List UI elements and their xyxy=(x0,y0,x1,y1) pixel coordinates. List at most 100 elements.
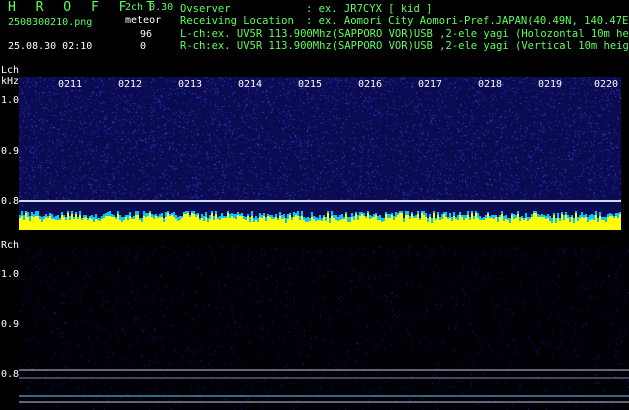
amplitude-bar xyxy=(161,217,163,230)
lch-spectrogram xyxy=(19,77,621,230)
amplitude-bar xyxy=(175,219,177,230)
amplitude-bar xyxy=(519,221,521,230)
amplitude-bar xyxy=(133,219,135,230)
amplitude-bar xyxy=(517,214,519,230)
amplitude-bar xyxy=(195,217,197,230)
amplitude-bar xyxy=(417,214,419,230)
amplitude-bar xyxy=(69,220,71,230)
time-label: 0216 xyxy=(358,79,383,90)
amplitude-bar xyxy=(115,219,117,230)
amplitude-bar xyxy=(609,216,611,230)
rch-tick-1-0: 1.0 xyxy=(1,269,20,280)
amplitude-bar xyxy=(469,220,471,230)
amplitude-bar xyxy=(405,215,407,230)
amplitude-bar xyxy=(457,220,459,230)
amplitude-bar xyxy=(59,220,61,230)
amplitude-bar xyxy=(51,219,53,230)
amplitude-bar xyxy=(113,217,115,230)
amplitude-bar xyxy=(131,219,133,230)
amplitude-bar xyxy=(309,221,311,230)
amplitude-bar xyxy=(497,222,499,230)
amplitude-bar xyxy=(479,220,481,230)
amplitude-bar xyxy=(85,217,87,230)
amplitude-bar xyxy=(81,220,83,230)
amplitude-bar xyxy=(283,218,285,230)
amplitude-bar xyxy=(89,218,91,230)
amplitude-bar xyxy=(73,219,75,230)
datetime-label: 25.08.30 02:10 xyxy=(8,41,93,52)
amplitude-bar xyxy=(577,221,579,230)
amplitude-bar xyxy=(185,214,187,230)
amplitude-bar xyxy=(591,219,593,230)
amplitude-bar xyxy=(261,218,263,230)
amplitude-bar xyxy=(485,218,487,230)
amplitude-bar xyxy=(43,219,45,230)
time-label: 0220 xyxy=(594,79,619,90)
amplitude-bar xyxy=(157,218,159,230)
amplitude-bar xyxy=(539,217,541,230)
amplitude-bar xyxy=(83,218,85,230)
amplitude-bar xyxy=(451,221,453,230)
amplitude-bar xyxy=(301,216,303,230)
amplitude-bar xyxy=(287,219,289,230)
lch-receiver-info: L-ch:ex. UV5R 113.900Mhz(SAPPORO VOR)USB… xyxy=(180,28,629,40)
amplitude-bar xyxy=(31,216,33,230)
amplitude-bar xyxy=(467,215,469,230)
amplitude-bar xyxy=(273,219,275,230)
meteor-label: meteor xyxy=(125,15,162,26)
amplitude-bar xyxy=(399,213,401,230)
amplitude-bar xyxy=(77,219,79,230)
time-label: 0215 xyxy=(298,79,323,90)
amplitude-bar xyxy=(55,220,57,230)
amplitude-bar xyxy=(65,220,67,230)
amplitude-bar xyxy=(79,215,81,230)
amplitude-bar xyxy=(393,220,395,230)
amplitude-bar xyxy=(599,216,601,230)
amplitude-bar xyxy=(401,213,403,230)
amplitude-bar xyxy=(213,220,215,230)
amplitude-bar xyxy=(279,216,281,230)
amplitude-bar xyxy=(97,220,99,230)
amplitude-bar xyxy=(463,220,465,230)
amplitude-bar xyxy=(205,217,207,230)
amplitude-bar xyxy=(275,217,277,230)
amplitude-bar xyxy=(143,216,145,230)
amplitude-bar xyxy=(33,217,35,230)
rch-overlay xyxy=(19,369,629,403)
amplitude-bar xyxy=(197,215,199,230)
amplitude-bar xyxy=(117,214,119,230)
amplitude-bar xyxy=(295,215,297,230)
amplitude-bar xyxy=(171,215,173,230)
amplitude-bar xyxy=(317,220,319,230)
time-label: 0214 xyxy=(238,79,263,90)
time-label: 0213 xyxy=(178,79,203,90)
amplitude-bar xyxy=(19,218,21,230)
amplitude-bar xyxy=(441,219,443,230)
amplitude-bar xyxy=(487,214,489,230)
amplitude-bar xyxy=(375,215,377,230)
amplitude-bar xyxy=(87,220,89,230)
amplitude-bar xyxy=(379,220,381,230)
amplitude-bar xyxy=(63,217,65,230)
amplitude-bar xyxy=(439,220,441,230)
rch-tick-0-8: 0.8 xyxy=(1,369,20,380)
amplitude-bar xyxy=(475,213,477,230)
amplitude-bar xyxy=(137,215,139,230)
amplitude-bar xyxy=(361,214,363,230)
amplitude-bar xyxy=(49,216,51,230)
amplitude-bar xyxy=(277,220,279,230)
amplitude-bar xyxy=(593,220,595,230)
amplitude-bar xyxy=(391,215,393,230)
amplitude-bar xyxy=(337,221,339,230)
amplitude-bar xyxy=(325,221,327,230)
amplitude-bar xyxy=(39,219,41,230)
amplitude-bar xyxy=(321,221,323,230)
amplitude-bar xyxy=(541,217,543,230)
amplitude-bar xyxy=(575,213,577,230)
amplitude-bar xyxy=(509,223,511,230)
amplitude-bar xyxy=(377,220,379,230)
amplitude-bar xyxy=(237,215,239,230)
amplitude-bar xyxy=(23,220,25,230)
amplitude-bar xyxy=(351,217,353,230)
amplitude-bar xyxy=(481,220,483,230)
